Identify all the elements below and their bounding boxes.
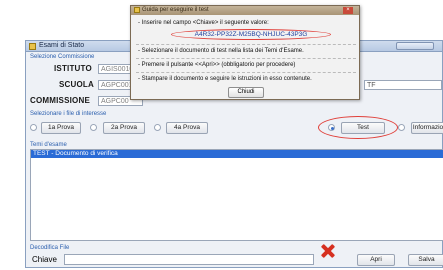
temi-list[interactable]: TEST - Documento di verifica [30,149,443,241]
popup-app-icon [134,7,140,13]
field-tail[interactable]: TF [364,80,442,90]
popup-line-2: - Selezionare il documento di test nella… [138,48,304,54]
salva-button[interactable]: Salva [408,254,443,266]
chiave-input[interactable] [64,254,314,265]
popup-code: A4R32-PP32Z-M25BQ-NHJUC-43P3G [171,29,331,40]
apri-button[interactable]: Apri [357,254,395,266]
popup-divider [136,44,356,45]
prova-4-button[interactable]: 4a Prova [166,122,208,134]
list-item[interactable]: TEST - Documento di verifica [31,150,443,158]
selection-section-label: Selezione Commissione [30,54,95,60]
decode-section-label: Decodifica File [30,245,70,251]
test-button[interactable]: Test [341,122,385,134]
close-x-icon [321,244,335,258]
prova-1-button[interactable]: 1a Prova [41,122,81,134]
radio-prova-4[interactable] [154,124,161,131]
popup-title-bar: Guida per eseguire il test × [131,6,359,15]
popup-line-4: - Stampare il documento e seguire le ist… [138,76,312,82]
chiave-label: Chiave [32,255,57,264]
popup-divider [136,72,356,73]
help-popup: Guida per eseguire il test × - Inserire … [130,5,360,100]
radio-test[interactable] [328,124,335,131]
app-icon [29,43,36,50]
popup-close-button[interactable]: Chiudi [228,87,264,98]
prova-2-button[interactable]: 2a Prova [103,122,145,134]
scuola-label: SCUOLA [59,80,94,89]
window-controls[interactable] [396,42,434,50]
popup-divider [136,58,356,59]
popup-title: Guida per eseguire il test [142,7,209,13]
popup-line-1: - Inserire nel campo <Chiave> il seguent… [138,20,269,26]
informazioni-button[interactable]: Informazio [411,122,443,134]
files-section-label: Selezionare i file di interesse [30,111,107,117]
temi-label: Temi d'esame [30,142,67,148]
radio-informazioni[interactable] [398,124,405,131]
popup-close-icon[interactable]: × [343,7,353,14]
commissione-label: COMMISSIONE [30,96,90,105]
radio-prova-2[interactable] [90,124,97,131]
popup-line-3: - Premere il pulsante <<Apri>> (obbligat… [138,62,296,68]
radio-prova-1[interactable] [30,124,37,131]
istituto-label: ISTITUTO [54,64,92,73]
window-title: Esami di Stato [39,42,85,49]
